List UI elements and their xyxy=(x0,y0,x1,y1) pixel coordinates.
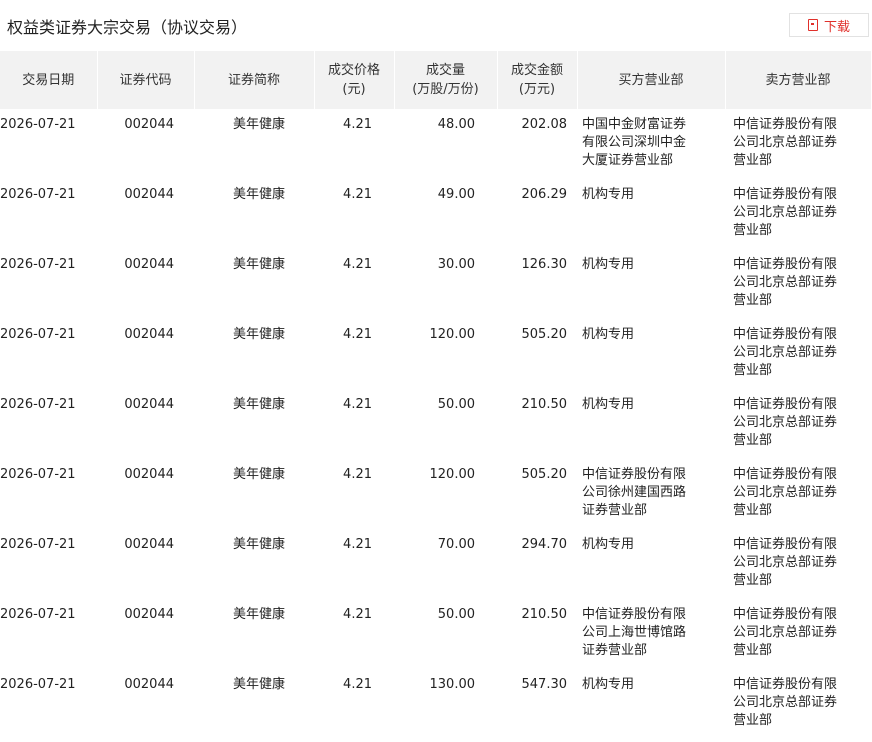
amount-cell: 202.08 xyxy=(521,117,568,132)
table-row: 2026-07-21 002044 美年健康 4.21 50.00 210.50 中信证券股… xyxy=(0,599,871,669)
trade-date-cell: 2026-07-21 xyxy=(0,117,76,132)
volume-cell: 48.00 xyxy=(437,117,475,132)
price-cell: 4.21 xyxy=(343,607,372,622)
trade-date-cell: 2026-07-21 xyxy=(0,397,76,412)
seller-branch-cell: 中信证券股份有限公司北京总部证券营业部 xyxy=(733,397,838,448)
security-code-cell: 002044 xyxy=(124,677,174,692)
security-name-cell: 美年健康 xyxy=(232,187,285,202)
buyer-branch-cell: 机构专用 xyxy=(582,257,635,272)
buyer-branch-cell: 机构专用 xyxy=(582,187,635,202)
buyer-branch-cell: 机构专用 xyxy=(582,537,635,552)
volume-cell: 130.00 xyxy=(429,677,476,692)
volume-cell: 70.00 xyxy=(437,537,475,552)
amount-cell: 505.20 xyxy=(521,467,568,482)
table-row: 2026-07-21 002044 美年健康 4.21 130.00 547.30 机构专用… xyxy=(0,669,871,739)
download-button[interactable]: 下载 xyxy=(789,13,869,37)
table-row: 2026-07-21 002044 美年健康 4.21 30.00 126.30 机构专用 中… xyxy=(0,249,871,319)
volume-cell: 50.00 xyxy=(437,397,475,412)
price-cell: 4.21 xyxy=(343,397,372,412)
security-code-cell: 002044 xyxy=(124,257,174,272)
download-icon xyxy=(807,19,818,31)
security-name-cell: 美年健康 xyxy=(232,117,285,132)
seller-branch-cell: 中信证券股份有限公司北京总部证券营业部 xyxy=(733,677,838,728)
table-row: 2026-07-21 002044 美年健康 4.21 70.00 294.70 机构专用 中… xyxy=(0,529,871,599)
block-trade-table: 交易日期 证券代码 证券简称 成交价格 (元) 成交量 (万股/万份) 成交金额 (万… xyxy=(0,51,872,739)
amount-cell: 206.29 xyxy=(521,187,568,202)
trade-date-cell: 2026-07-21 xyxy=(0,607,76,622)
table-row: 2026-07-21 002044 美年健康 4.21 120.00 505.20 机构专用… xyxy=(0,319,871,389)
header-trade-date: 交易日期 xyxy=(0,51,98,109)
security-name-cell: 美年健康 xyxy=(232,467,285,482)
header-seller-branch: 卖方营业部 xyxy=(725,51,872,109)
header-price: 成交价格 (元) xyxy=(314,51,395,109)
security-name-cell: 美年健康 xyxy=(232,537,285,552)
amount-cell: 126.30 xyxy=(521,257,568,272)
price-cell: 4.21 xyxy=(343,327,372,342)
seller-branch-cell: 中信证券股份有限公司北京总部证券营业部 xyxy=(733,187,838,238)
table-row: 2026-07-21 002044 美年健康 4.21 49.00 206.29 机构专用 中… xyxy=(0,179,871,249)
security-name-cell: 美年健康 xyxy=(232,257,285,272)
security-code-cell: 002044 xyxy=(124,537,174,552)
buyer-branch-cell: 机构专用 xyxy=(582,397,635,412)
trade-date-cell: 2026-07-21 xyxy=(0,187,76,202)
volume-cell: 49.00 xyxy=(437,187,475,202)
price-cell: 4.21 xyxy=(343,117,372,132)
security-name-cell: 美年健康 xyxy=(232,677,285,692)
seller-branch-cell: 中信证券股份有限公司北京总部证券营业部 xyxy=(733,607,838,658)
security-code-cell: 002044 xyxy=(124,467,174,482)
price-cell: 4.21 xyxy=(343,187,372,202)
security-code-cell: 002044 xyxy=(124,607,174,622)
header-security-code: 证券代码 xyxy=(97,51,195,109)
price-cell: 4.21 xyxy=(343,467,372,482)
trade-date-cell: 2026-07-21 xyxy=(0,537,76,552)
security-code-cell: 002044 xyxy=(124,117,174,132)
trade-date-cell: 2026-07-21 xyxy=(0,677,76,692)
seller-branch-cell: 中信证券股份有限公司北京总部证券营业部 xyxy=(733,537,838,588)
download-label: 下载 xyxy=(823,19,850,35)
amount-cell: 210.50 xyxy=(521,607,568,622)
table-row: 2026-07-21 002044 美年健康 4.21 48.00 202.08 中国中金财… xyxy=(0,109,871,179)
price-cell: 4.21 xyxy=(343,677,372,692)
seller-branch-cell: 中信证券股份有限公司北京总部证券营业部 xyxy=(733,327,838,378)
table-row: 2026-07-21 002044 美年健康 4.21 50.00 210.50 机构专用 中… xyxy=(0,389,871,459)
security-code-cell: 002044 xyxy=(124,187,174,202)
trade-date-cell: 2026-07-21 xyxy=(0,327,76,342)
volume-cell: 50.00 xyxy=(437,607,475,622)
table-row: 2026-07-21 002044 美年健康 4.21 120.00 505.20 中信证券… xyxy=(0,459,871,529)
buyer-branch-cell: 中信证券股份有限公司徐州建国西路证券营业部 xyxy=(582,467,687,518)
security-name-cell: 美年健康 xyxy=(232,327,285,342)
security-name-cell: 美年健康 xyxy=(232,397,285,412)
seller-branch-cell: 中信证券股份有限公司北京总部证券营业部 xyxy=(733,467,838,518)
header-buyer-branch: 买方营业部 xyxy=(577,51,726,109)
header-security-name: 证券简称 xyxy=(194,51,315,109)
trade-date-cell: 2026-07-21 xyxy=(0,257,76,272)
buyer-branch-cell: 中国中金财富证券有限公司深圳中金大厦证券营业部 xyxy=(582,117,687,168)
volume-cell: 120.00 xyxy=(429,467,476,482)
price-cell: 4.21 xyxy=(343,537,372,552)
buyer-branch-cell: 中信证券股份有限公司上海世博馆路证券营业部 xyxy=(582,607,687,658)
header-volume: 成交量 (万股/万份) xyxy=(394,51,498,109)
buyer-branch-cell: 机构专用 xyxy=(582,327,635,342)
amount-cell: 547.30 xyxy=(521,677,568,692)
trade-date-cell: 2026-07-21 xyxy=(0,467,76,482)
page-title: 权益类证券大宗交易（协议交易） xyxy=(7,18,248,37)
table-header-row: 交易日期 证券代码 证券简称 成交价格 (元) 成交量 (万股/万份) 成交金额 (万… xyxy=(0,51,872,109)
price-cell: 4.21 xyxy=(343,257,372,272)
amount-cell: 294.70 xyxy=(521,537,568,552)
buyer-branch-cell: 机构专用 xyxy=(582,677,635,692)
seller-branch-cell: 中信证券股份有限公司北京总部证券营业部 xyxy=(733,257,838,308)
security-code-cell: 002044 xyxy=(124,397,174,412)
header-amount: 成交金额 (万元) xyxy=(497,51,578,109)
amount-cell: 505.20 xyxy=(521,327,568,342)
volume-cell: 120.00 xyxy=(429,327,476,342)
security-code-cell: 002044 xyxy=(124,327,174,342)
page-header: 权益类证券大宗交易（协议交易） 下载 xyxy=(0,0,872,50)
volume-cell: 30.00 xyxy=(437,257,475,272)
amount-cell: 210.50 xyxy=(521,397,568,412)
seller-branch-cell: 中信证券股份有限公司北京总部证券营业部 xyxy=(733,117,838,168)
security-name-cell: 美年健康 xyxy=(232,607,285,622)
